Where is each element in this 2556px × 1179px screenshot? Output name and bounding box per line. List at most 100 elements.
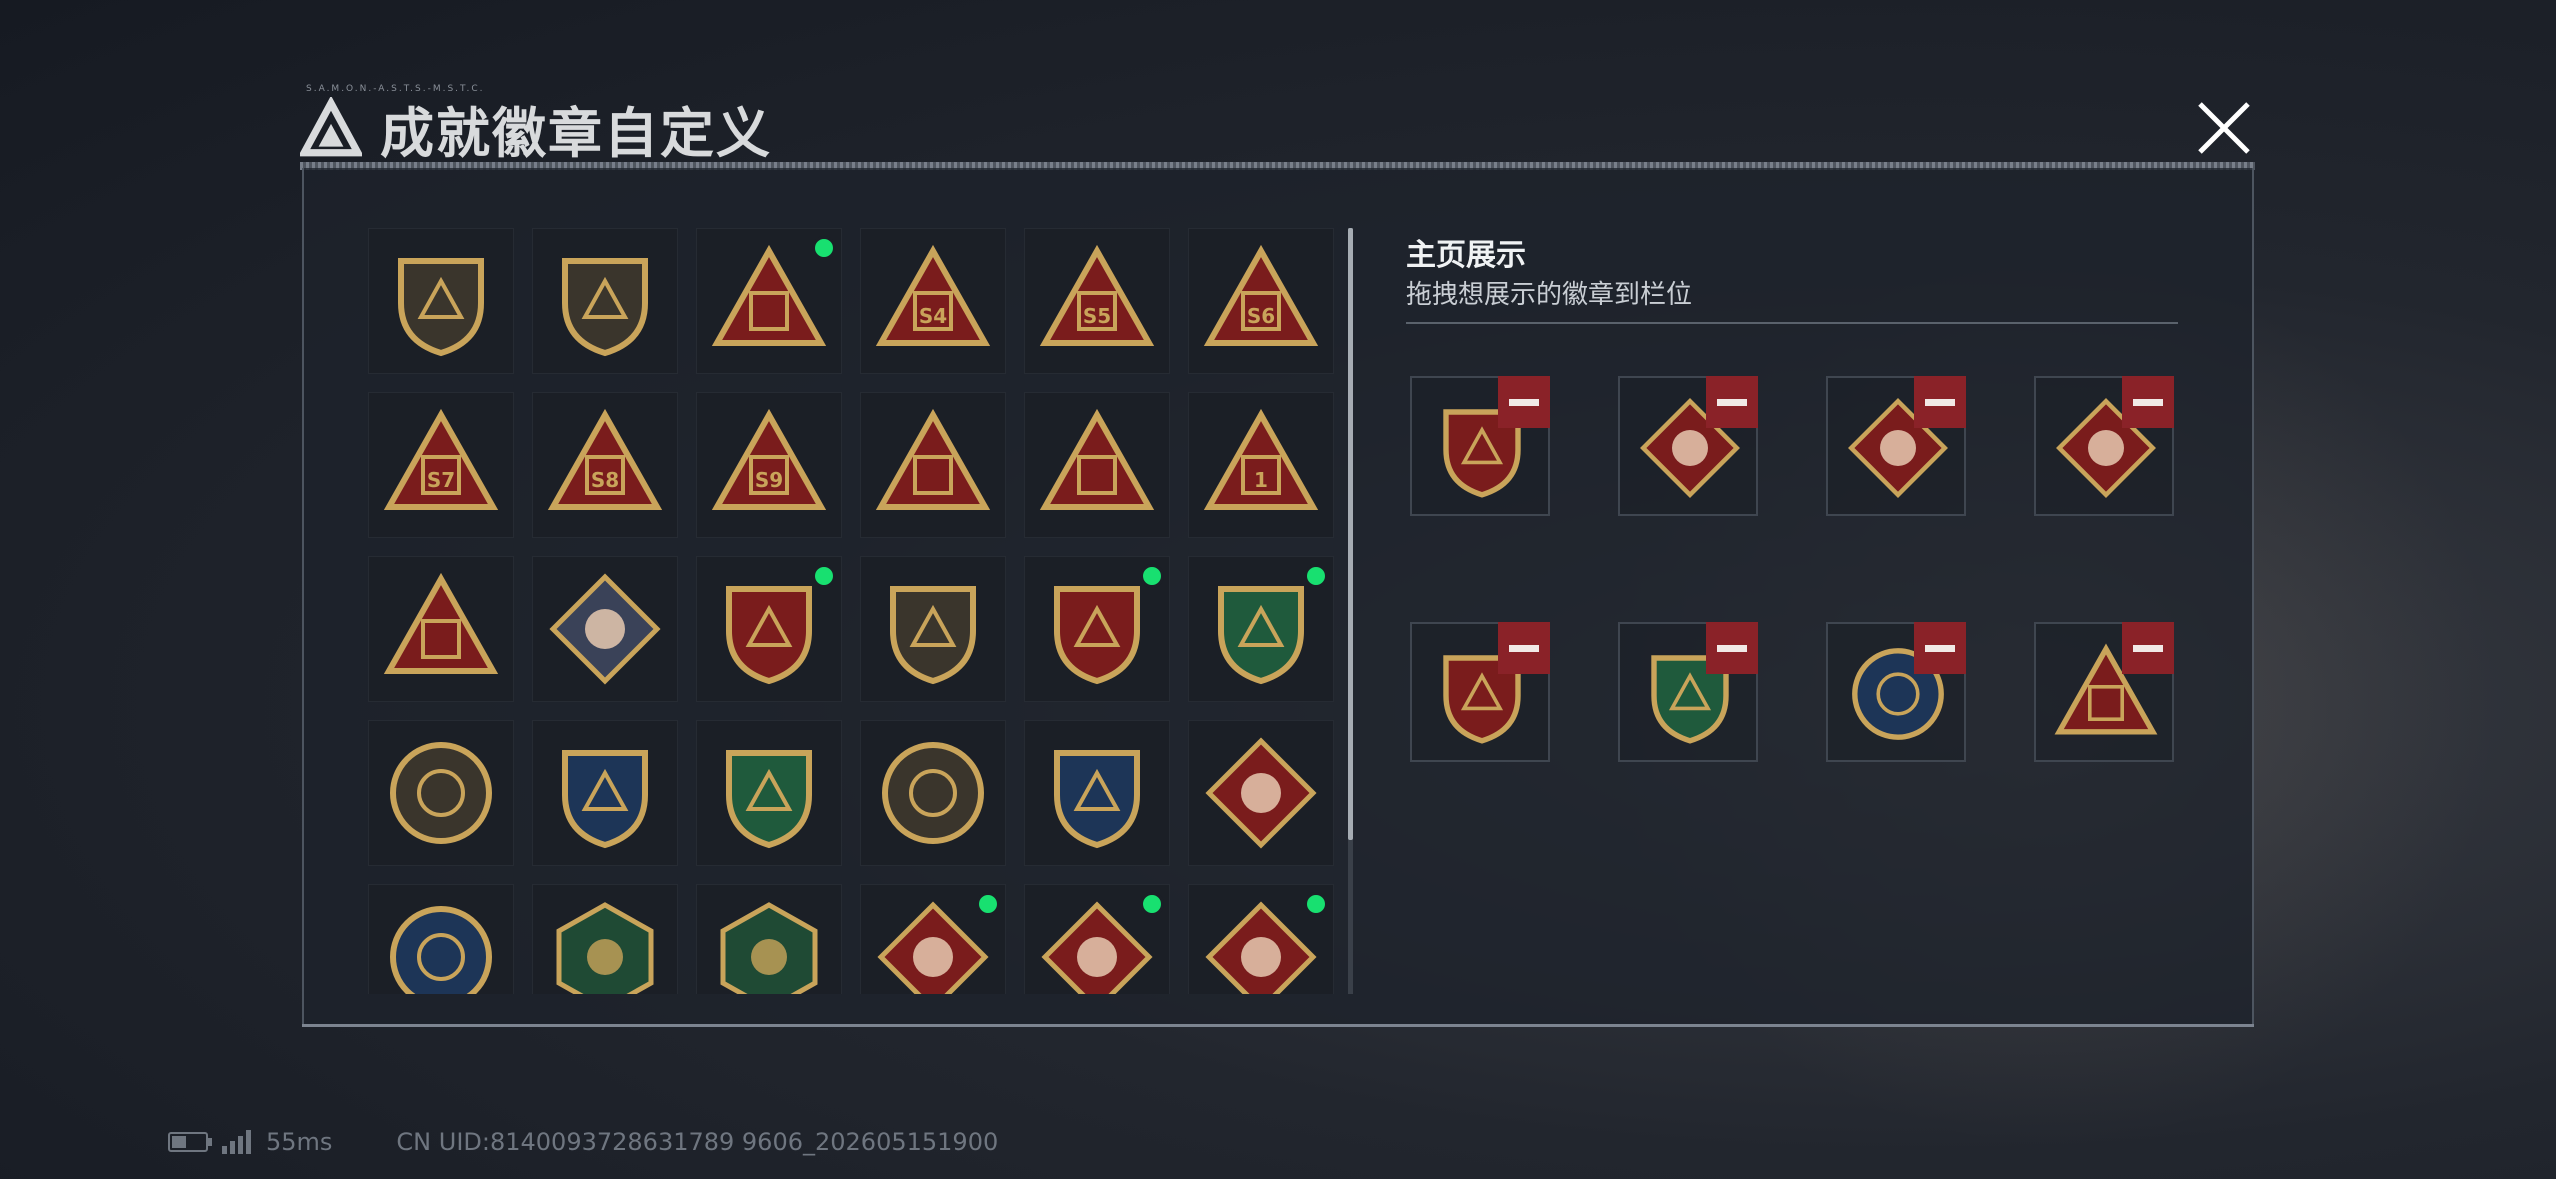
minus-icon [2133,398,2163,406]
badge-grid[interactable]: S4 S5 S6 S7 S8 S9 1 [368,228,1336,994]
rose-diamond-icon [549,573,661,685]
runner-diamond-icon [1205,901,1317,994]
badge-cell[interactable] [696,720,842,866]
badge-cell[interactable] [696,228,842,374]
new-indicator-dot [1140,564,1164,588]
badge-cell[interactable] [860,884,1006,994]
badge-cell[interactable] [1024,556,1170,702]
soldier-triangle-icon [875,408,991,510]
badge-cell[interactable] [696,884,842,994]
badge-cell[interactable] [1024,392,1170,538]
panel-bottom-border [302,1024,2254,1027]
badge-cell[interactable] [532,884,678,994]
badge-cell[interactable] [1188,556,1334,702]
minus-icon [1925,644,1955,652]
showcase-slot[interactable] [2034,622,2174,762]
eagle-round-icon [390,906,492,994]
uid-text: CN UID:8140093728631789 9606_20260515190… [396,1128,999,1156]
svg-text:S7: S7 [427,468,455,492]
showcase-slot[interactable] [1410,622,1550,762]
green-gem-shield-icon [1218,586,1304,685]
crossed-rifles-gold-icon [1054,750,1140,849]
crosshair-rifle-blue-icon [562,750,648,849]
s7-triangle-icon: S7 [383,408,499,510]
new-indicator-dot [1304,564,1328,588]
remove-badge-button[interactable] [1914,376,1966,428]
chevron-shield-icon [890,586,976,685]
dragon-diamond-icon [1041,901,1153,994]
svg-text:S8: S8 [591,468,619,492]
badge-cell[interactable] [1188,720,1334,866]
shield-a-icon [398,258,484,357]
svg-text:1: 1 [1254,468,1268,492]
badge-cell[interactable]: S8 [532,392,678,538]
badge-cell[interactable] [860,392,1006,538]
badge-cell[interactable] [532,720,678,866]
new-indicator-dot [812,236,836,260]
rifle-round-icon [882,742,984,844]
star-emblem-icon [726,586,812,685]
svg-text:S4: S4 [919,304,947,328]
remove-badge-button[interactable] [1498,622,1550,674]
new-indicator-dot [1140,892,1164,916]
svg-text:S9: S9 [755,468,783,492]
game-logo-icon [300,97,362,157]
s4-triangle-icon: S4 [875,244,991,346]
number-one-triangle-icon: 1 [1203,408,1319,510]
crosshair-rifle-green-icon [726,750,812,849]
dialog-title: 成就徽章自定义 [380,101,772,165]
badge-cell[interactable] [1024,884,1170,994]
showcase-divider [1406,322,2178,324]
badge-cell[interactable] [860,720,1006,866]
grid-scrollbar[interactable] [1348,228,1353,840]
badge-cell[interactable]: S4 [860,228,1006,374]
s5-triangle-icon: S5 [1039,244,1155,346]
badge-cell[interactable] [1024,720,1170,866]
badge-cell[interactable] [696,556,842,702]
battery-icon [168,1132,212,1152]
badge-cell[interactable] [368,556,514,702]
remove-badge-button[interactable] [1706,376,1758,428]
remove-badge-button[interactable] [1706,622,1758,674]
svg-text:S5: S5 [1083,304,1111,328]
badge-cell[interactable] [368,884,514,994]
minus-icon [1509,398,1539,406]
showcase-slot[interactable] [1410,376,1550,516]
badge-cell[interactable]: 1 [1188,392,1334,538]
badge-cell[interactable] [532,228,678,374]
dragon-diamond-icon [877,901,989,994]
badge-cell[interactable]: S7 [368,392,514,538]
showcase-slot[interactable] [1618,622,1758,762]
minus-icon [2133,644,2163,652]
helicopter-shield-icon [562,258,648,357]
remove-badge-button[interactable] [1914,622,1966,674]
s8-triangle-icon: S8 [547,408,663,510]
badge-cell[interactable]: S5 [1024,228,1170,374]
boat-triangle-icon [1039,408,1155,510]
minus-icon [1509,644,1539,652]
badge-cell[interactable]: S9 [696,392,842,538]
badge-cell[interactable] [368,228,514,374]
badge-cell[interactable]: S6 [1188,228,1334,374]
svg-text:S6: S6 [1247,304,1275,328]
remove-badge-button[interactable] [2122,622,2174,674]
badge-cell[interactable] [860,556,1006,702]
showcase-slot[interactable] [2034,376,2174,516]
remove-badge-button[interactable] [1498,376,1550,428]
s6-triangle-icon: S6 [1203,244,1319,346]
remove-badge-button[interactable] [2122,376,2174,428]
badge-cell[interactable] [532,556,678,702]
badge-cell[interactable] [368,720,514,866]
new-indicator-dot [976,892,1000,916]
showcase-slot[interactable] [1826,376,1966,516]
minus-icon [1925,398,1955,406]
showcase-slot[interactable] [1826,622,1966,762]
winged-shield-icon [1054,586,1140,685]
new-indicator-dot [1304,892,1328,916]
ping-value: 55ms [266,1128,333,1156]
showcase-slot[interactable] [1618,376,1758,516]
close-button[interactable] [2192,96,2256,160]
dialog-header: 成就徽章自定义 [300,88,772,168]
squad-triangle-icon [383,572,499,674]
badge-cell[interactable] [1188,884,1334,994]
